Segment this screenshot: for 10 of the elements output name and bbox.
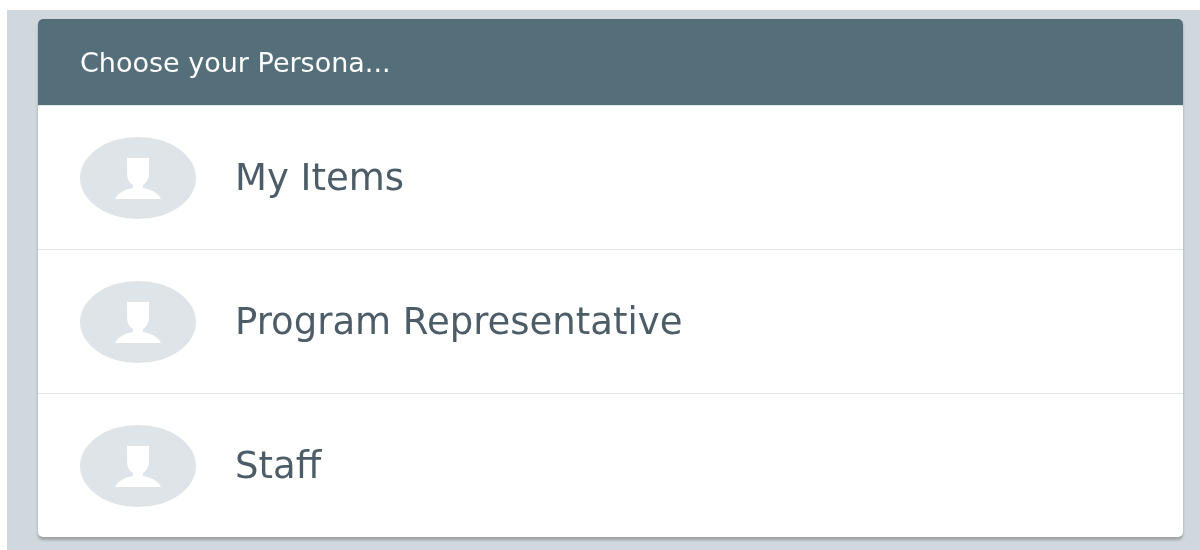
panel-title: Choose your Persona... bbox=[80, 46, 391, 78]
persona-item[interactable]: Staff bbox=[38, 393, 1183, 537]
avatar-icon bbox=[80, 424, 196, 507]
persona-label: Program Representative bbox=[235, 300, 683, 343]
persona-label: My Items bbox=[235, 156, 405, 199]
avatar-icon bbox=[80, 280, 196, 363]
persona-label: Staff bbox=[235, 444, 322, 487]
avatar-icon bbox=[80, 136, 196, 219]
persona-item[interactable]: My Items bbox=[38, 105, 1183, 249]
persona-item[interactable]: Program Representative bbox=[38, 249, 1183, 393]
